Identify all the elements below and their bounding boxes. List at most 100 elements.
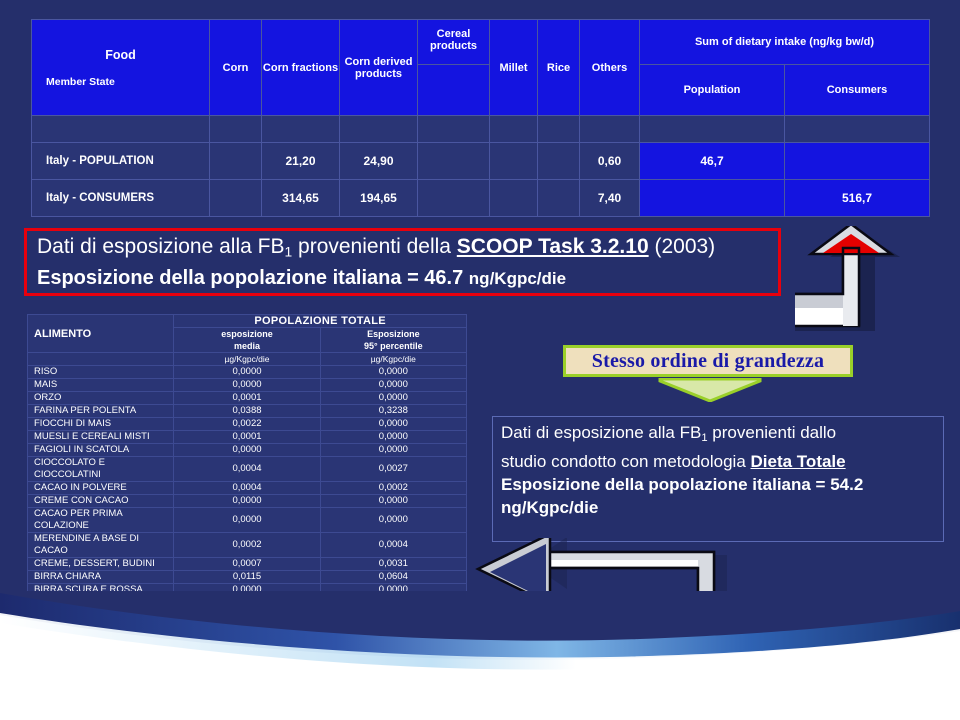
table-blank-row bbox=[31, 115, 931, 143]
header-cereal-products: Cereal products bbox=[417, 19, 490, 65]
footer-band: ISTITVTO SVPERIORE DI SANITA bbox=[0, 591, 960, 720]
blank-cell bbox=[31, 115, 210, 143]
lt-row-food: MERENDINE A BASE DI CACAO bbox=[26, 532, 175, 558]
header-cereal-products-spacer bbox=[417, 64, 490, 116]
lt-unit-row: µg/Kgpc/die µg/Kgpc/die bbox=[26, 352, 468, 366]
lt-row-mean: 0,0007 bbox=[173, 557, 321, 571]
lt-row-p95: 0,0031 bbox=[319, 557, 468, 571]
lt-p95-l2: 95° percentile bbox=[364, 341, 423, 351]
lt-row: RISO 0,0000 0,0000 bbox=[26, 365, 468, 379]
lt-row-mean: 0,0115 bbox=[173, 570, 321, 584]
lt-row-food: MAIS bbox=[26, 378, 175, 392]
lt-row-mean: 0,0000 bbox=[173, 494, 321, 508]
blank-cell bbox=[339, 115, 418, 143]
cell-corn-derived-products: 194,65 bbox=[339, 179, 418, 217]
footer-wave-graphic bbox=[0, 591, 960, 720]
title-text-c: (2003) bbox=[648, 235, 716, 258]
lt-row-food: BIRRA CHIARA bbox=[26, 570, 175, 584]
scoop-title-box: Dati di esposizione alla FB1 provenienti… bbox=[24, 228, 781, 296]
lt-row-mean: 0,0000 bbox=[173, 365, 321, 379]
lt-row-food: RISO bbox=[26, 365, 175, 379]
dieta-totale-text-box: Dati di esposizione alla FB1 provenienti… bbox=[492, 416, 944, 542]
table-row: Italy - CONSUMERS 314,65 194,65 7,40 516… bbox=[31, 179, 931, 217]
lt-p95-l1: Esposizione bbox=[367, 329, 420, 339]
lt-row: ORZO 0,0001 0,0000 bbox=[26, 391, 468, 405]
header-corn-derived-products: Corn derived products bbox=[339, 19, 418, 116]
lt-header-popolazione-totale: POPOLAZIONE TOTALE bbox=[173, 314, 467, 328]
cell-corn-fractions: 314,65 bbox=[261, 179, 340, 217]
title-text-a: Dati di esposizione alla FB bbox=[37, 235, 285, 258]
lt-row-food: FAGIOLI IN SCATOLA bbox=[26, 443, 175, 457]
lt-unit-p95: µg/Kgpc/die bbox=[319, 352, 468, 366]
cell-consumers-total bbox=[783, 142, 931, 180]
lt-row-mean: 0,0000 bbox=[173, 507, 321, 533]
table-row: Italy - POPULATION 21,20 24,90 0,60 46,7 bbox=[31, 142, 931, 180]
header-millet: Millet bbox=[489, 19, 538, 116]
dietary-intake-table-container: Food Member State Corn Corn fractions Co… bbox=[31, 19, 931, 217]
lt-header-esposizione-p95: Esposizione 95° percentile bbox=[319, 327, 468, 353]
lt-row-mean: 0,0000 bbox=[173, 443, 321, 457]
lt-row-mean: 0,0004 bbox=[173, 456, 321, 482]
lt-row: MERENDINE A BASE DI CACAO 0,0002 0,0004 bbox=[26, 532, 468, 558]
rb-line1-a: Dati di esposizione alla FB bbox=[501, 423, 702, 442]
cell-cereal-products bbox=[417, 142, 490, 180]
rb-line4: ng/Kgpc/die bbox=[501, 497, 599, 517]
lt-row-mean: 0,0001 bbox=[173, 430, 321, 444]
lt-row: CREME, DESSERT, BUDINI 0,0007 0,0031 bbox=[26, 557, 468, 571]
lt-row-mean: 0,0022 bbox=[173, 417, 321, 431]
header-food-memberstate: Food Member State bbox=[31, 19, 210, 116]
lt-row-food: FARINA PER POLENTA bbox=[26, 404, 175, 418]
callout-stesso-ordine-box: Stesso ordine di grandezza bbox=[563, 345, 853, 377]
lt-row-p95: 0,0000 bbox=[319, 430, 468, 444]
blank-cell bbox=[261, 115, 340, 143]
cell-rice bbox=[537, 179, 580, 217]
header-corn: Corn bbox=[209, 19, 262, 116]
lt-row-p95: 0,3238 bbox=[319, 404, 468, 418]
dietary-intake-table: Food Member State Corn Corn fractions Co… bbox=[31, 19, 931, 217]
rb-line2-dieta-totale: Dieta Totale bbox=[750, 451, 846, 471]
blank-cell bbox=[537, 115, 580, 143]
lt-row: MAIS 0,0000 0,0000 bbox=[26, 378, 468, 392]
header-rice: Rice bbox=[537, 19, 580, 116]
lt-row-p95: 0,0027 bbox=[319, 456, 468, 482]
header-sum-of-dietary-intake: Sum of dietary intake (ng/kg bw/d) bbox=[638, 19, 931, 65]
lt-row-mean: 0,0388 bbox=[173, 404, 321, 418]
header-population: Population bbox=[639, 64, 785, 116]
lt-row-food: CACAO PER PRIMA COLAZIONE bbox=[26, 507, 175, 533]
blank-cell bbox=[417, 115, 490, 143]
cell-corn-derived-products: 24,90 bbox=[339, 142, 418, 180]
cell-others: 7,40 bbox=[579, 179, 640, 217]
title-exposure-text: Esposizione della popolazione italiana =… bbox=[37, 267, 469, 290]
title-scoop-task-underlined: SCOOP Task 3.2.10 bbox=[456, 235, 649, 258]
blank-cell bbox=[209, 115, 262, 143]
lt-row-p95: 0,0000 bbox=[319, 443, 468, 457]
lt-row-food: CACAO IN POLVERE bbox=[26, 481, 175, 495]
rb-line1-b: provenienti dallo bbox=[707, 423, 837, 442]
lt-row-food: ORZO bbox=[26, 391, 175, 405]
blank-cell bbox=[639, 115, 785, 143]
lt-row: CACAO IN POLVERE 0,0004 0,0002 bbox=[26, 481, 468, 495]
cell-population-total bbox=[639, 179, 785, 217]
lt-row-food: CIOCCOLATO E CIOCCOLATINI bbox=[26, 456, 175, 482]
cell-population-total: 46,7 bbox=[639, 142, 785, 180]
rb-line1: Dati di esposizione alla FB1 provenienti… bbox=[501, 421, 935, 450]
table-header-row-1: Food Member State Corn Corn fractions Co… bbox=[31, 19, 931, 116]
lt-unit-blank bbox=[26, 352, 175, 366]
cell-corn bbox=[209, 179, 262, 217]
callout-stesso-ordine-text: Stesso ordine di grandezza bbox=[591, 349, 825, 372]
lt-row: MUESLI E CEREALI MISTI 0,0001 0,0000 bbox=[26, 430, 468, 444]
lt-header-row-1: ALIMENTO POPOLAZIONE TOTALE bbox=[26, 314, 467, 353]
lt-row-food: MUESLI E CEREALI MISTI bbox=[26, 430, 175, 444]
lt-row-p95: 0,0000 bbox=[319, 365, 468, 379]
cell-others: 0,60 bbox=[579, 142, 640, 180]
cell-millet bbox=[489, 179, 538, 217]
cell-corn-fractions: 21,20 bbox=[261, 142, 340, 180]
lt-row-food: CREME CON CACAO bbox=[26, 494, 175, 508]
header-corn-fractions: Corn fractions bbox=[261, 19, 340, 116]
title-text-b: provenienti della bbox=[292, 235, 457, 258]
cell-rice bbox=[537, 142, 580, 180]
blank-cell bbox=[579, 115, 640, 143]
lt-row-p95: 0,0000 bbox=[319, 494, 468, 508]
scoop-title-line2: Esposizione della popolazione italiana =… bbox=[37, 265, 778, 292]
lt-header-esposizione-media: esposizione media bbox=[173, 327, 321, 353]
